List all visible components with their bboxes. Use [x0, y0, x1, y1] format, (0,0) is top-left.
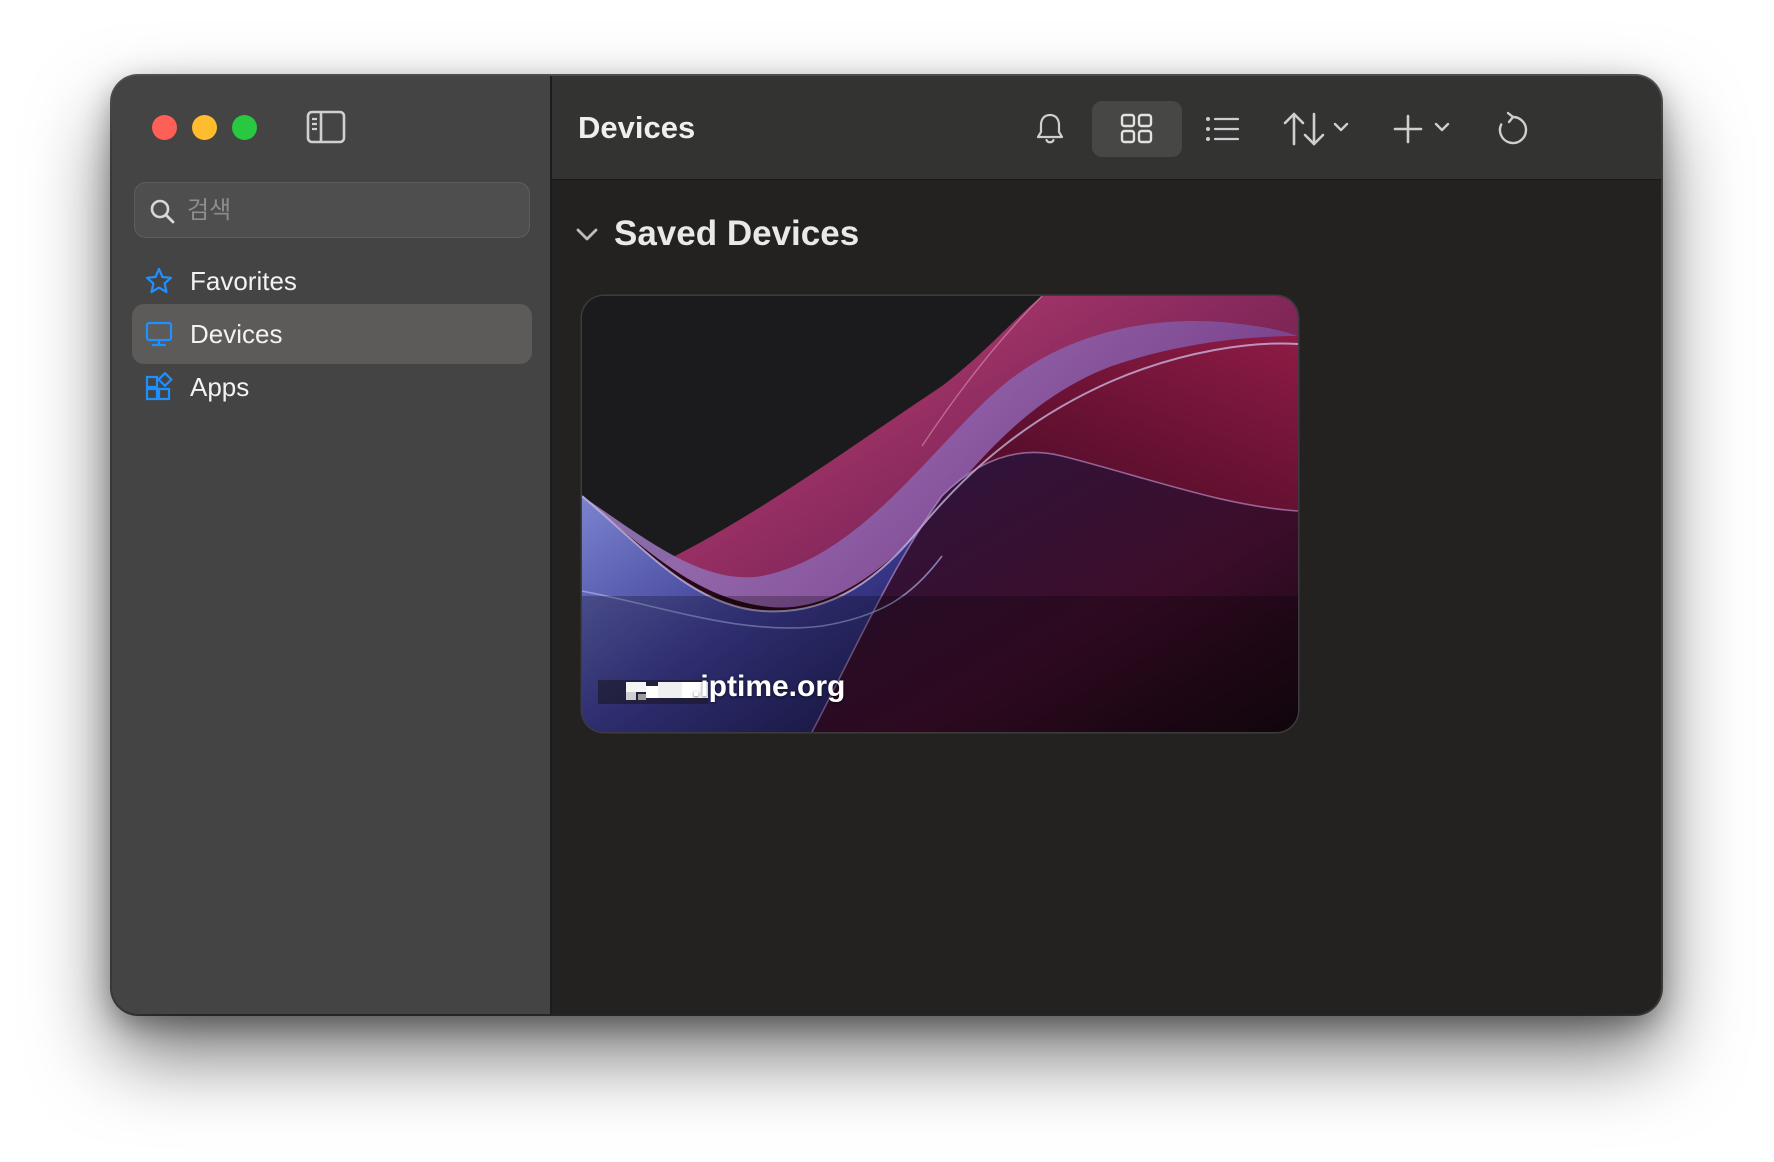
device-hostname: .iptime.org — [692, 670, 846, 703]
sidebar-item-label: Devices — [190, 319, 283, 349]
sidebar-item-apps[interactable]: Apps — [132, 357, 532, 417]
monitor-icon — [145, 321, 173, 347]
app-window: Favorites Devices Apps Devices — [112, 76, 1661, 1014]
sidebar: Favorites Devices Apps — [112, 76, 552, 1014]
bell-icon — [1036, 113, 1064, 144]
refresh-button[interactable] — [1488, 101, 1538, 157]
grid-icon — [1120, 113, 1153, 144]
device-thumbnail — [582, 296, 1298, 732]
search-icon — [150, 199, 175, 224]
sidebar-item-favorites[interactable]: Favorites — [132, 251, 532, 311]
zoom-window-button[interactable] — [232, 115, 257, 140]
minimize-window-button[interactable] — [192, 115, 217, 140]
sidebar-item-label: Apps — [190, 372, 250, 402]
add-button[interactable] — [1390, 101, 1460, 157]
device-card[interactable]: .iptime.org — [582, 296, 1298, 732]
chevron-down-icon — [1333, 122, 1349, 132]
sidebar-toggle-button[interactable] — [306, 110, 346, 144]
toolbar: Devices — [552, 76, 1661, 180]
chevron-down-icon — [576, 228, 598, 241]
sidebar-toggle-icon — [306, 110, 346, 144]
plus-icon — [1393, 114, 1423, 144]
main-content: Devices Saved Devices .iptime.org — [552, 76, 1661, 1014]
list-icon — [1206, 117, 1240, 141]
sidebar-item-label: Favorites — [190, 266, 297, 296]
search-field[interactable] — [134, 182, 530, 238]
apps-grid-icon — [145, 372, 173, 401]
page-title: Devices — [578, 110, 696, 145]
search-input[interactable] — [187, 183, 517, 237]
refresh-icon — [1498, 111, 1528, 145]
sidebar-item-devices[interactable]: Devices — [132, 304, 532, 364]
chevron-down-icon — [1434, 122, 1450, 132]
sort-arrows-icon — [1283, 112, 1325, 146]
star-icon — [145, 267, 173, 294]
section-title: Saved Devices — [614, 214, 860, 253]
list-view-button[interactable] — [1192, 101, 1252, 157]
sort-button[interactable] — [1277, 101, 1357, 157]
close-window-button[interactable] — [152, 115, 177, 140]
notifications-button[interactable] — [1022, 101, 1078, 157]
grid-view-button[interactable] — [1092, 101, 1182, 157]
